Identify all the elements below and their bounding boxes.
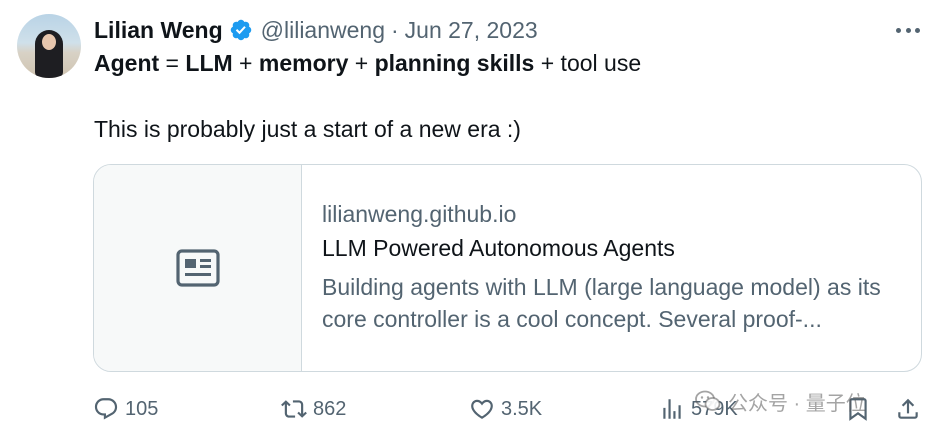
- reply-count: 105: [125, 397, 159, 420]
- tweet-text-line-1: Agent = LLM + memory + planning skills +…: [94, 50, 641, 77]
- text-agent: Agent: [94, 50, 160, 76]
- text-plus: +: [348, 50, 375, 76]
- link-card[interactable]: lilianweng.github.io LLM Powered Autonom…: [93, 164, 922, 372]
- share-button[interactable]: [895, 392, 927, 426]
- tweet-date[interactable]: Jun 27, 2023: [405, 17, 538, 44]
- reply-icon: [94, 398, 118, 420]
- card-description: Building agents with LLM (large language…: [322, 274, 881, 332]
- more-dot: [896, 27, 901, 33]
- retweet-icon: [281, 400, 307, 418]
- more-dot: [905, 27, 911, 33]
- tweet-header: Lilian Weng @lilianweng · Jun 27, 2023: [94, 15, 538, 45]
- article-icon: [175, 249, 220, 287]
- text-planning-skills: planning skills: [374, 50, 535, 76]
- author-handle[interactable]: @lilianweng: [261, 17, 385, 44]
- tweet-text-line-2: This is probably just a start of a new e…: [94, 116, 521, 142]
- author-name[interactable]: Lilian Weng: [94, 17, 223, 44]
- like-count: 3.5K: [501, 397, 543, 420]
- more-dot: [915, 27, 920, 33]
- watermark: 公众号 · 量子位: [694, 384, 866, 418]
- avatar-face: [42, 34, 56, 50]
- header-separator: ·: [391, 16, 399, 43]
- text-memory: memory: [258, 50, 349, 76]
- card-title: LLM Powered Autonomous Agents: [322, 235, 675, 261]
- avatar[interactable]: [17, 14, 81, 78]
- text-plus: +: [232, 50, 259, 76]
- card-media: [94, 165, 302, 371]
- reply-button[interactable]: 105: [93, 392, 158, 426]
- like-button[interactable]: 3.5K: [469, 392, 542, 426]
- watermark-text: 公众号 · 量子位: [728, 392, 866, 415]
- wechat-icon: [695, 390, 721, 411]
- text-llm: LLM: [185, 50, 233, 76]
- text-equals: =: [159, 50, 186, 76]
- retweet-button[interactable]: 862: [281, 392, 346, 426]
- card-body: lilianweng.github.io LLM Powered Autonom…: [322, 201, 907, 335]
- more-options-icon[interactable]: [893, 18, 923, 42]
- card-domain: lilianweng.github.io: [322, 201, 517, 227]
- views-icon: [663, 399, 681, 419]
- verified-badge-icon: [230, 19, 251, 41]
- share-icon: [898, 398, 918, 419]
- text-tool-use: + tool use: [534, 50, 642, 76]
- heart-icon: [471, 399, 493, 419]
- retweet-count: 862: [313, 397, 347, 420]
